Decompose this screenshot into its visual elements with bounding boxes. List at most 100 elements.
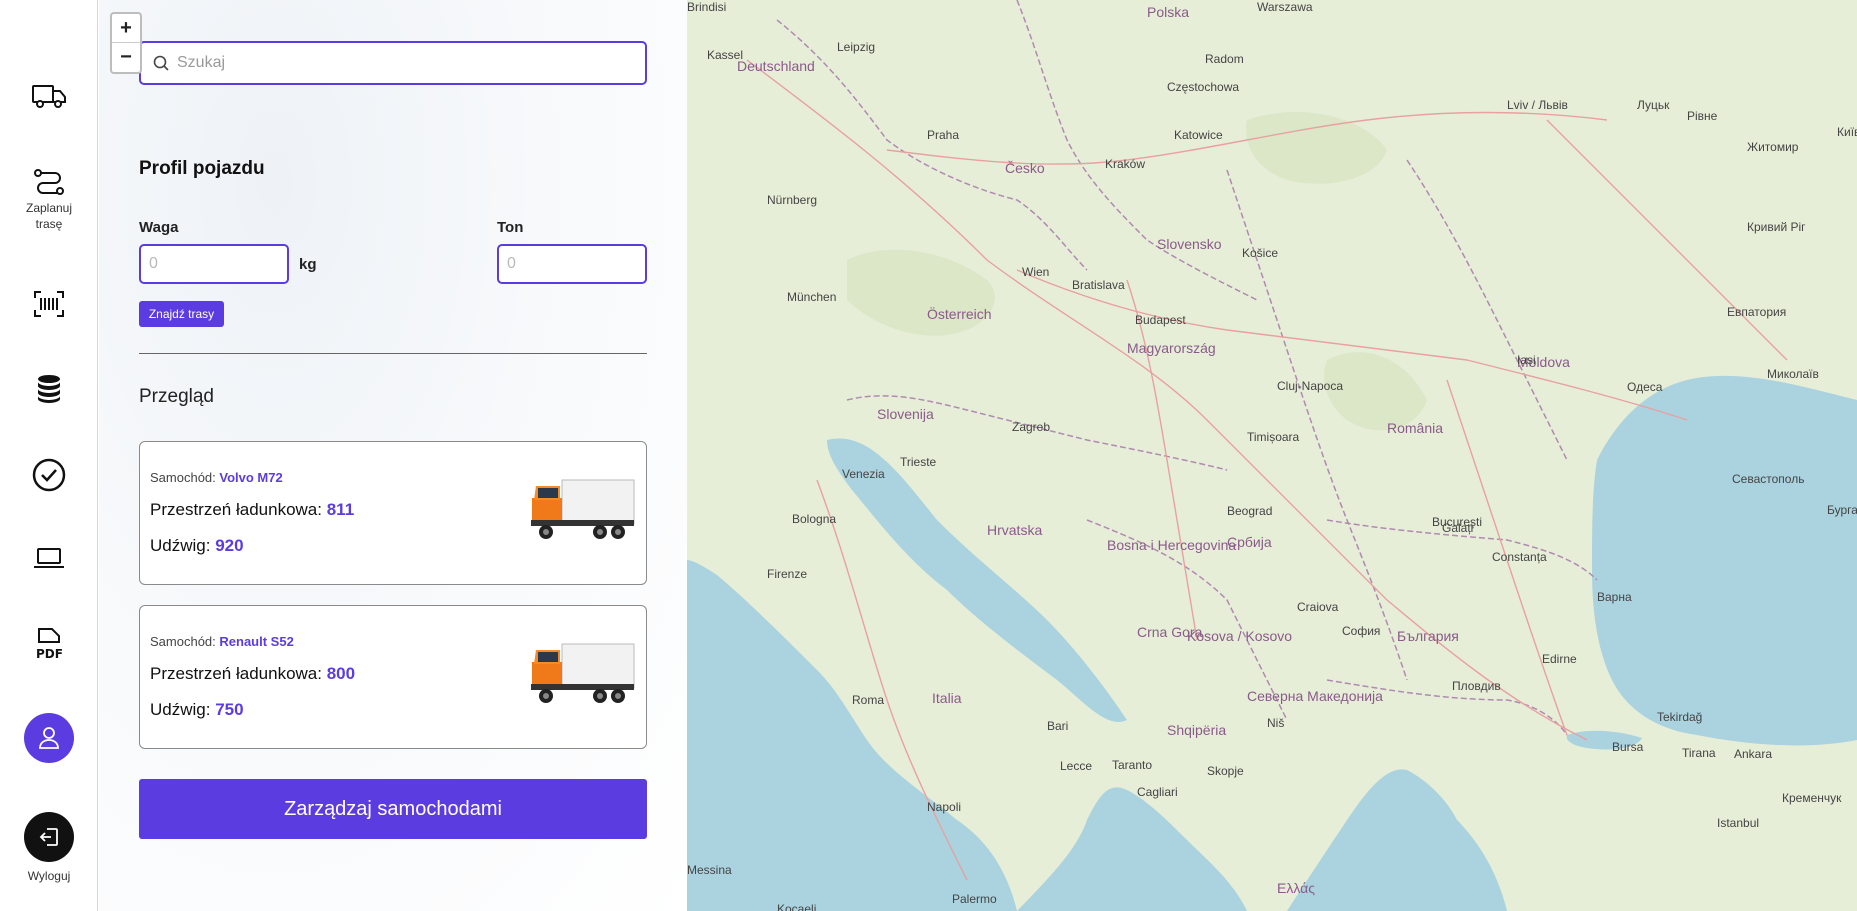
vehicle-card[interactable]: Samochód: Volvo M72 Przestrzeń ładunkowa… bbox=[139, 441, 647, 585]
map-country-label: Slovensko bbox=[1157, 236, 1222, 252]
map-city-label: Katowice bbox=[1174, 128, 1223, 142]
map-city-label: Рівне bbox=[1687, 109, 1718, 123]
map-background bbox=[687, 0, 1857, 911]
sidebar-item-pdf[interactable]: PDF bbox=[0, 627, 98, 661]
logout-icon bbox=[39, 828, 58, 846]
sidebar-item-profile[interactable] bbox=[0, 713, 98, 763]
car-model: Volvo M72 bbox=[219, 470, 283, 485]
divider bbox=[139, 353, 647, 354]
weight-label: Waga bbox=[139, 219, 179, 236]
map-city-label: Tekirdağ bbox=[1657, 710, 1703, 724]
map-city-label: Galați bbox=[1442, 521, 1474, 535]
weight-input[interactable] bbox=[139, 244, 289, 284]
map-city-label: Луцьк bbox=[1637, 98, 1670, 112]
map-city-label: Roma bbox=[852, 693, 885, 707]
car-label: Samochód: bbox=[150, 470, 216, 485]
cargo-space-value: 811 bbox=[326, 500, 355, 519]
map-city-label: Варна bbox=[1597, 590, 1632, 604]
truck-icon bbox=[32, 85, 66, 108]
route-icon bbox=[34, 169, 64, 195]
map-city-label: Leipzig bbox=[837, 40, 876, 54]
map-city-label: Київ bbox=[1837, 125, 1857, 139]
sidebar-item-label: Zaplanuj trasę bbox=[25, 201, 73, 231]
sidebar-item-label: Wyloguj bbox=[27, 869, 71, 883]
sidebar-item-plan-route[interactable]: Zaplanuj trasę bbox=[0, 168, 98, 232]
map-city-label: Warszawa bbox=[1257, 0, 1313, 14]
map-city-label: Bratislava bbox=[1072, 278, 1125, 292]
cargo-space-line: Przestrzeń ładunkowa: 811 bbox=[150, 500, 354, 520]
map-city-label: Cagliari bbox=[1137, 785, 1178, 799]
zoom-out-button[interactable]: − bbox=[112, 43, 140, 72]
car-line: Samochód: Renault S52 bbox=[150, 634, 294, 649]
pdf-icon: PDF bbox=[36, 628, 63, 661]
map-city-label: София bbox=[1342, 624, 1381, 638]
map-city-label: Trieste bbox=[900, 455, 937, 469]
map-city-label: Bari bbox=[1047, 719, 1069, 733]
map-city-label: Евпатория bbox=[1727, 305, 1787, 319]
map-city-label: Севастополь bbox=[1732, 472, 1805, 486]
capacity-line: Udźwig: 750 bbox=[150, 700, 244, 720]
map[interactable]: Deutschland Polska Česko Slovensko Österreic… bbox=[687, 0, 1857, 911]
map-city-label: Timișoara bbox=[1247, 430, 1300, 444]
ton-input[interactable] bbox=[497, 244, 647, 284]
sidebar-item-trucks[interactable] bbox=[0, 82, 98, 110]
truck-image bbox=[531, 643, 635, 703]
overview-title: Przegląd bbox=[139, 386, 214, 407]
cargo-space-label: Przestrzeń ładunkowa: bbox=[150, 664, 322, 683]
sidebar-item-devices[interactable] bbox=[0, 546, 98, 570]
capacity-label: Udźwig: bbox=[150, 536, 211, 555]
map-city-label: Skopje bbox=[1207, 764, 1244, 778]
search-input[interactable] bbox=[177, 54, 617, 72]
map-city-label: Bologna bbox=[792, 512, 837, 526]
map-city-label: Kassel bbox=[707, 48, 744, 62]
search-box bbox=[139, 41, 647, 85]
map-city-label: Nürnberg bbox=[767, 193, 818, 207]
weight-unit: kg bbox=[299, 256, 317, 273]
sidebar-item-database[interactable] bbox=[0, 374, 98, 404]
vehicle-profile-title: Profil pojazdu bbox=[139, 158, 265, 179]
ton-label: Ton bbox=[497, 219, 524, 236]
map-city-label: Миколаїв bbox=[1767, 367, 1819, 381]
database-icon bbox=[38, 375, 60, 403]
find-routes-button[interactable]: Znajdź trasy bbox=[139, 301, 224, 327]
logout-button[interactable] bbox=[24, 812, 74, 862]
map-city-label: Radom bbox=[1205, 52, 1244, 66]
vehicle-card[interactable]: Samochód: Renault S52 Przestrzeń ładunko… bbox=[139, 605, 647, 749]
map-city-label: Edirne bbox=[1542, 652, 1577, 666]
capacity-label: Udźwig: bbox=[150, 700, 211, 719]
map-city-label: Praha bbox=[927, 128, 960, 142]
map-city-label: Житомир bbox=[1747, 140, 1799, 154]
map-city-label: Iași bbox=[1517, 353, 1536, 367]
capacity-line: Udźwig: 920 bbox=[150, 536, 244, 556]
profile-button[interactable] bbox=[24, 713, 74, 763]
map-city-label: Niš bbox=[1267, 716, 1285, 730]
cargo-space-label: Przestrzeń ładunkowa: bbox=[150, 500, 322, 519]
car-label: Samochód: bbox=[150, 634, 216, 649]
map-country-label: България bbox=[1397, 628, 1459, 644]
map-country-label: Bosna i Hercegovina bbox=[1107, 537, 1237, 553]
map-city-label: Lviv / Львів bbox=[1507, 98, 1568, 112]
map-city-label: Taranto bbox=[1112, 758, 1153, 772]
cargo-space-line: Przestrzeń ładunkowa: 800 bbox=[150, 664, 355, 684]
laptop-icon bbox=[34, 548, 64, 568]
map-city-label: Пловдив bbox=[1452, 679, 1501, 693]
sidebar-item-logout[interactable]: Wyloguj bbox=[0, 812, 98, 884]
barcode-icon bbox=[34, 291, 64, 317]
capacity-value: 920 bbox=[215, 536, 244, 555]
map-city-label: Lecce bbox=[1060, 759, 1093, 773]
map-country-label: Ελλάς bbox=[1277, 880, 1315, 896]
map-country-label: Hrvatska bbox=[987, 522, 1043, 538]
map-city-label: Firenze bbox=[767, 567, 808, 581]
sidebar: Zaplanuj trasę PDF Wyloguj bbox=[0, 0, 98, 911]
zoom-in-button[interactable]: + bbox=[112, 14, 140, 43]
sidebar-item-barcode[interactable] bbox=[0, 290, 98, 318]
map-city-label: Constanța bbox=[1492, 550, 1547, 564]
map-city-label: Ankara bbox=[1734, 747, 1773, 761]
car-model: Renault S52 bbox=[219, 634, 294, 649]
sidebar-item-tasks[interactable] bbox=[0, 458, 98, 492]
car-line: Samochód: Volvo M72 bbox=[150, 470, 283, 485]
cargo-space-value: 800 bbox=[326, 664, 356, 683]
map-city-label: Одеса bbox=[1627, 380, 1663, 394]
manage-cars-button[interactable]: Zarządzaj samochodami bbox=[139, 779, 647, 839]
map-country-label: Österreich bbox=[927, 306, 992, 322]
